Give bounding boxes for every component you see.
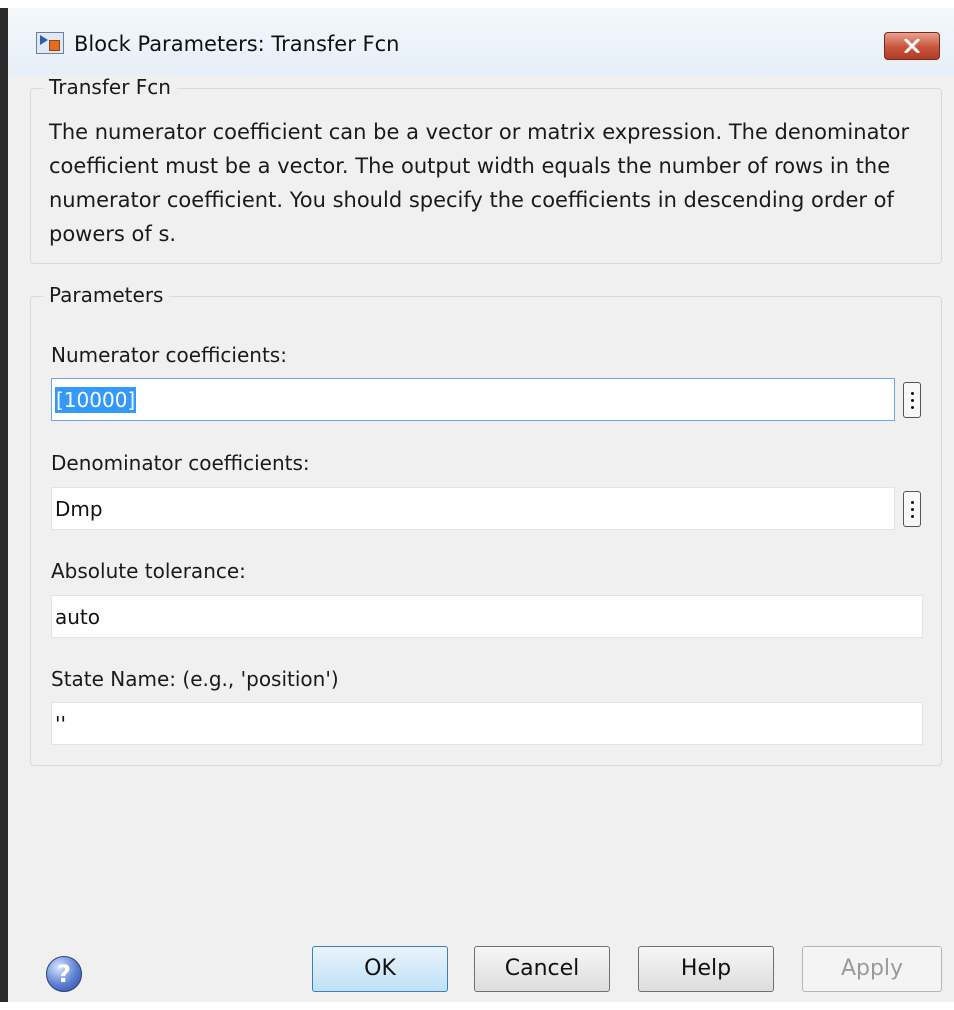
denominator-options-button[interactable] [903, 491, 921, 527]
dot-icon [910, 507, 914, 511]
denominator-input-value: Dmp [55, 496, 103, 521]
block-description: The numerator coefficient can be a vecto… [49, 120, 910, 246]
state-name-label: State Name: (e.g., 'position') [51, 667, 339, 691]
absolute-tolerance-input-value: auto [55, 604, 101, 629]
denominator-label: Denominator coefficients: [51, 451, 310, 475]
numerator-input-value: [10000] [55, 386, 137, 413]
dot-icon [910, 405, 914, 409]
close-button[interactable] [884, 32, 940, 60]
simulink-block-icon [36, 32, 64, 54]
description-group-legend: Transfer Fcn [43, 75, 177, 99]
block-parameters-dialog: Block Parameters: Transfer Fcn Transfer … [0, 8, 954, 1002]
close-icon [904, 39, 920, 53]
absolute-tolerance-input[interactable]: auto [51, 595, 923, 638]
parameters-group: Parameters Numerator coefficients: [1000… [30, 283, 942, 766]
dot-icon [910, 398, 914, 402]
description-group: Transfer Fcn The numerator coefficient c… [30, 75, 942, 264]
denominator-input[interactable]: Dmp [51, 487, 895, 530]
help-question-icon[interactable]: ? [46, 956, 82, 992]
state-name-input-value: '' [55, 711, 66, 736]
ok-button[interactable]: OK [312, 946, 448, 992]
help-button[interactable]: Help [638, 946, 774, 992]
numerator-label: Numerator coefficients: [51, 343, 287, 367]
block-shape [49, 40, 60, 51]
absolute-tolerance-label: Absolute tolerance: [51, 559, 246, 583]
dot-icon [910, 514, 914, 518]
arrow-shape [40, 35, 48, 45]
title-bar[interactable]: Block Parameters: Transfer Fcn [8, 8, 954, 76]
dot-icon [910, 500, 914, 504]
numerator-input[interactable]: [10000] [51, 378, 895, 421]
numerator-options-button[interactable] [903, 382, 921, 418]
apply-button[interactable]: Apply [802, 946, 942, 992]
cancel-button[interactable]: Cancel [474, 946, 610, 992]
window-title: Block Parameters: Transfer Fcn [74, 32, 400, 56]
parameters-group-legend: Parameters [43, 283, 170, 307]
state-name-input[interactable]: '' [51, 702, 923, 745]
dot-icon [910, 391, 914, 395]
